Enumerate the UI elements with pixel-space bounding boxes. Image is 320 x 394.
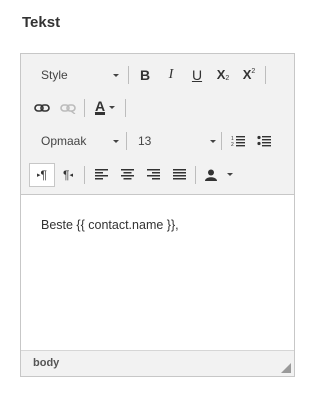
subscript-label: X — [216, 67, 226, 82]
link-icon — [34, 103, 50, 112]
numbered-list-icon: 1 2 — [231, 135, 245, 147]
section-title: Tekst — [22, 14, 61, 31]
align-right-icon — [146, 169, 160, 180]
subscript-button[interactable]: X2 — [210, 63, 236, 87]
editor-text[interactable]: Beste {{ contact.name }}, — [41, 218, 179, 232]
toolbar-row-4: ▸ ¶ ¶ ◂ — [29, 158, 239, 191]
toolbar-separator — [84, 165, 85, 184]
align-center-button[interactable] — [114, 163, 140, 187]
unlink-icon — [60, 103, 76, 114]
align-right-button[interactable] — [140, 163, 166, 187]
chevron-down-icon — [227, 173, 233, 176]
superscript-button[interactable]: X2 — [236, 63, 262, 87]
subscript-mark: 2 — [225, 74, 230, 82]
rich-text-editor: Style B I U X2 X2 A Opmaak 13 1 2 ▸ ¶ ¶ … — [20, 53, 295, 377]
editor-status-bar: body — [21, 350, 294, 376]
style-dropdown-label: Style — [41, 67, 68, 82]
svg-text:2: 2 — [231, 142, 234, 147]
chevron-down-icon — [210, 139, 216, 143]
toolbar-separator — [221, 131, 222, 150]
placeholder-dropdown-button[interactable] — [199, 163, 239, 187]
person-icon — [205, 169, 217, 181]
toolbar-separator — [84, 98, 85, 117]
editor-content-area[interactable]: Beste {{ contact.name }}, — [21, 195, 294, 351]
toolbar-separator — [125, 98, 126, 117]
toolbar-row-1: Style B I U X2 X2 — [29, 58, 269, 91]
font-size-label: 13 — [138, 133, 152, 148]
align-center-icon — [120, 169, 134, 180]
element-path[interactable]: body — [33, 357, 59, 369]
bulleted-list-icon — [257, 135, 271, 146]
underline-button[interactable]: U — [184, 63, 210, 87]
toolbar-separator — [195, 165, 196, 184]
bold-button[interactable]: B — [132, 63, 158, 87]
resize-handle-icon[interactable] — [281, 363, 291, 373]
italic-button[interactable]: I — [158, 63, 184, 87]
link-button[interactable] — [29, 96, 55, 120]
style-dropdown[interactable]: Style — [29, 63, 125, 87]
align-left-icon — [94, 169, 108, 180]
align-left-button[interactable] — [88, 163, 114, 187]
toolbar-separator — [126, 131, 127, 150]
editor-toolbar: Style B I U X2 X2 A Opmaak 13 1 2 ▸ ¶ ¶ … — [21, 54, 294, 195]
bulleted-list-button[interactable] — [251, 129, 277, 153]
format-dropdown-label: Opmaak — [41, 133, 87, 148]
superscript-label: X — [242, 67, 252, 82]
toolbar-row-2: A — [29, 91, 129, 124]
text-direction-ltr-button[interactable]: ▸ ¶ — [29, 162, 55, 187]
chevron-down-icon — [109, 106, 116, 109]
toolbar-separator — [128, 65, 129, 84]
justify-icon — [172, 169, 186, 180]
chevron-down-icon — [113, 73, 119, 77]
text-color-button[interactable]: A — [88, 96, 122, 120]
superscript-mark: 2 — [251, 67, 256, 75]
numbered-list-button[interactable]: 1 2 — [225, 129, 251, 153]
text-direction-rtl-button[interactable]: ¶ ◂ — [55, 163, 81, 187]
ltr-symbol: ¶ — [40, 167, 47, 182]
text-color-label: A — [94, 98, 106, 115]
toolbar-row-3: Opmaak 13 1 2 — [29, 124, 277, 157]
toolbar-separator — [265, 65, 266, 84]
format-dropdown[interactable]: Opmaak — [29, 129, 123, 153]
chevron-down-icon — [113, 139, 119, 143]
arrow-left-icon: ◂ — [69, 171, 73, 179]
unlink-button[interactable] — [55, 96, 81, 120]
font-size-dropdown[interactable]: 13 — [130, 129, 218, 153]
justify-button[interactable] — [166, 163, 192, 187]
